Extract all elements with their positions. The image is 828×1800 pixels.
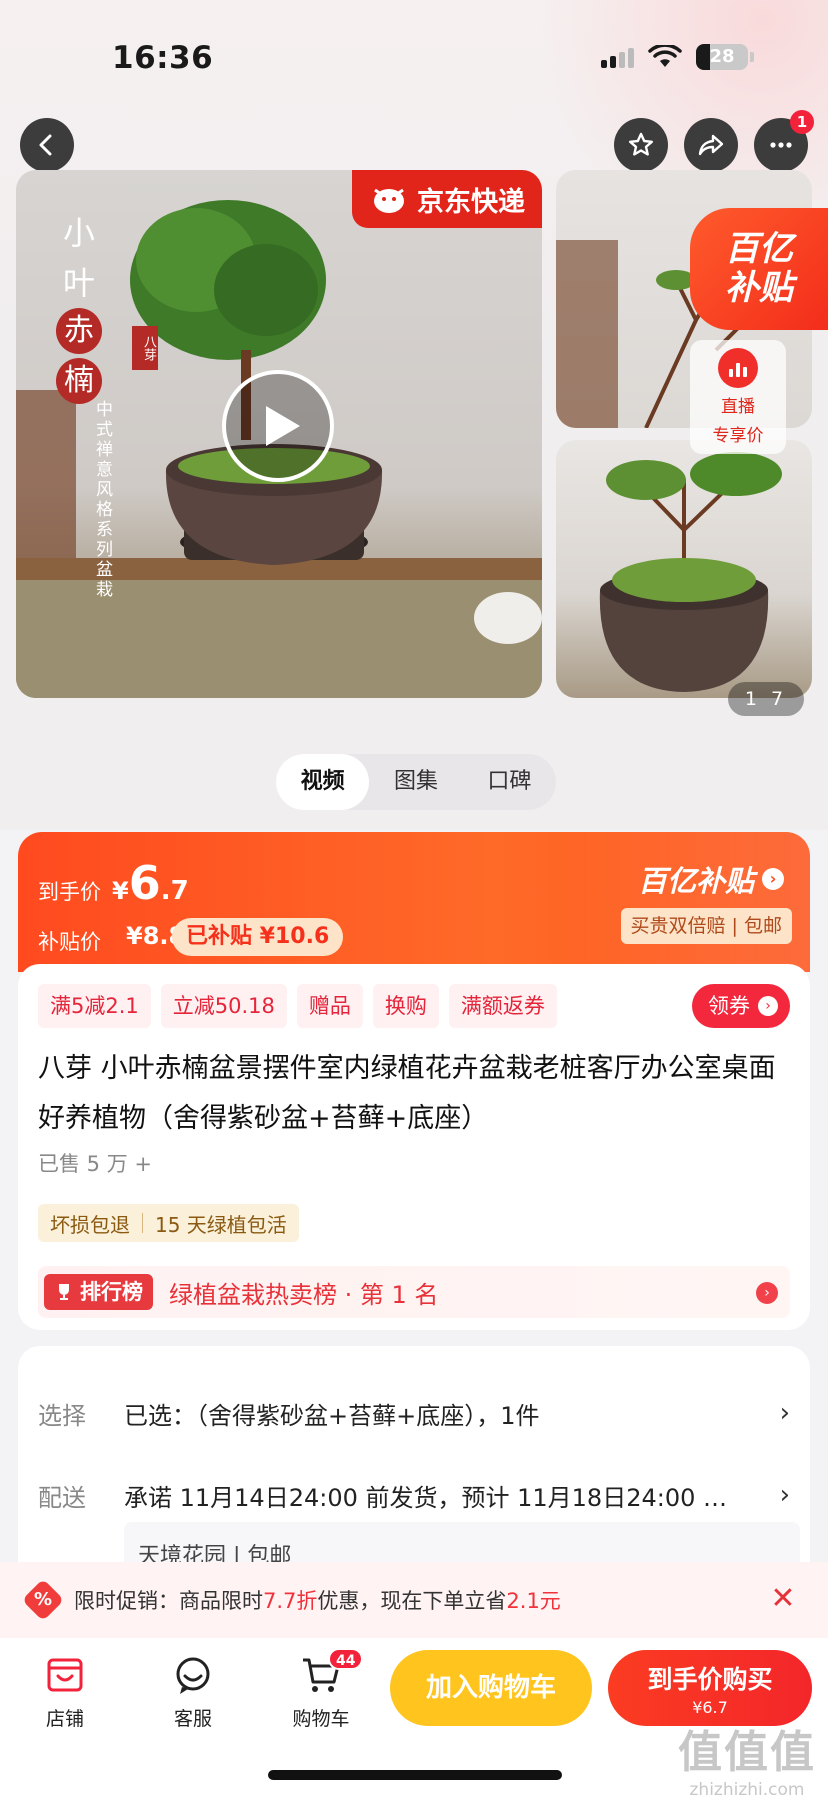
select-spec-row[interactable]: 选择 已选：（舍得紫砂盆+苔藓+底座），1件 › xyxy=(38,1388,790,1438)
guarantee-plant-alive: 15 天绿植包活 xyxy=(155,1212,287,1237)
status-icons: 28 xyxy=(601,44,754,70)
subsidy-price-label: 补贴价 xyxy=(38,930,101,954)
coupon-tag[interactable]: 赠品 xyxy=(296,984,363,1028)
ranking-badge: 排行榜 xyxy=(44,1274,153,1310)
chevron-right-icon: › xyxy=(756,1282,778,1304)
coupon-list: 满5减2.1 立减50.18 赠品 换购 满额返券 xyxy=(38,984,557,1028)
cart-button[interactable]: 购物车 44 xyxy=(276,1648,366,1731)
home-indicator[interactable] xyxy=(268,1770,562,1780)
selected-spec: 已选：（舍得紫砂盆+苔藓+底座），1件 xyxy=(124,1401,540,1430)
vertical-title: 小 叶 赤 楠 xyxy=(56,208,102,404)
coupon-tag[interactable]: 满额返券 xyxy=(448,984,557,1028)
product-info-card: 满5减2.1 立减50.18 赠品 换购 满额返券 领券 › 八芽 小叶赤楠盆景摆… xyxy=(18,964,810,1330)
trophy-icon xyxy=(59,1284,69,1300)
chevron-right-icon: › xyxy=(762,868,784,890)
tab-reviews[interactable]: 口碑 xyxy=(463,754,556,810)
chevron-left-icon xyxy=(39,134,52,156)
brand-seal: 八芽 xyxy=(132,326,158,370)
close-icon[interactable]: ✕ xyxy=(768,1584,798,1614)
ranking-bar[interactable]: 排行榜 绿植盆栽热卖榜 · 第 1 名 › xyxy=(38,1266,790,1318)
media-tabs: 视频 图集 口碑 xyxy=(276,754,556,810)
chat-smile-icon xyxy=(176,1657,210,1694)
chevron-right-icon: › xyxy=(779,1398,790,1428)
play-icon xyxy=(266,406,300,446)
promo-banner[interactable]: % 限时促销：商品限时7.7折优惠，现在下单立省2.1元 ✕ xyxy=(0,1562,828,1638)
gallery-thumb-2[interactable] xyxy=(556,440,812,698)
play-button[interactable] xyxy=(222,370,334,482)
coupon-tag[interactable]: 立减50.18 xyxy=(160,984,287,1028)
share-button[interactable] xyxy=(684,118,738,172)
signal-icon xyxy=(601,46,634,68)
subsidized-amount: 已补贴 ¥10.6 xyxy=(172,918,344,956)
back-button[interactable] xyxy=(20,118,74,172)
cart-count-badge: 44 xyxy=(328,1648,364,1670)
select-label: 选择 xyxy=(38,1401,86,1430)
jd-express-badge: 京东快递 xyxy=(352,170,542,228)
final-price: ¥6.7 xyxy=(112,856,189,910)
add-to-cart-button[interactable]: 加入购物车 xyxy=(390,1650,592,1726)
chevron-right-icon: › xyxy=(779,1480,790,1510)
wifi-icon xyxy=(648,45,682,67)
store-button[interactable]: 店铺 xyxy=(20,1654,110,1731)
live-price-label: 专享价 xyxy=(712,426,764,446)
discount-icon: % xyxy=(21,1578,65,1622)
tab-gallery[interactable]: 图集 xyxy=(369,754,462,810)
coupon-tag[interactable]: 换购 xyxy=(372,984,439,1028)
final-price-label: 到手价 xyxy=(38,880,101,904)
star-icon xyxy=(629,132,653,156)
tab-video[interactable]: 视频 xyxy=(276,754,370,810)
more-button[interactable]: 1 xyxy=(754,110,814,172)
billion-subsidy-link[interactable]: 百亿补贴 › xyxy=(638,858,784,900)
service-guarantees[interactable]: 坏损包退 15 天绿植包活 xyxy=(38,1204,299,1242)
guarantee-damage-return: 坏损包退 xyxy=(50,1212,130,1237)
more-dots-icon xyxy=(770,142,792,148)
buy-now-button[interactable]: 到手价购买 ¥6.7 xyxy=(608,1650,812,1726)
favorite-button[interactable] xyxy=(614,118,668,172)
watermark: 值值值 zhizhizhi.com xyxy=(678,1727,816,1800)
main-product-video[interactable]: 小 叶 赤 楠 中式禅意风格系列盆栽 八芽 京东快递 xyxy=(16,170,542,698)
delivery-label: 配送 xyxy=(38,1483,86,1512)
customer-service-button[interactable]: 客服 xyxy=(148,1654,238,1731)
product-title: 八芽 小叶赤楠盆景摆件室内绿植花卉盆栽老桩客厅办公室桌面好养植物（舍得紫砂盆+苔… xyxy=(38,1053,776,1134)
price-guarantee: 买贵双倍赔 | 包邮 xyxy=(620,908,792,944)
live-label: 直播 xyxy=(721,397,755,417)
gallery-page-indicator: 1 7 xyxy=(728,682,804,716)
live-price-button[interactable]: 直播 专享价 xyxy=(690,340,786,454)
store-icon xyxy=(47,1658,83,1692)
get-coupon-button[interactable]: 领券 › xyxy=(692,984,790,1028)
price-card: 到手价 ¥6.7 补贴价 ¥8.8 已补贴 ¥10.6 百亿补贴 › 买贵双倍赔 … xyxy=(18,832,810,972)
delivery-row[interactable]: 配送 承诺 11月14日24:00 前发货，预计 11月18日24:00 … › xyxy=(38,1470,790,1520)
vertical-subtitle: 中式禅意风格系列盆栽 xyxy=(92,400,112,600)
jd-dog-icon xyxy=(374,188,404,213)
sold-count: 已售 5 万 + xyxy=(38,1152,152,1176)
ranking-text: 绿植盆栽热卖榜 · 第 1 名 xyxy=(169,1280,439,1309)
share-icon xyxy=(698,134,724,156)
billion-subsidy-badge[interactable]: 百亿 补贴 xyxy=(690,208,828,330)
status-time: 16:36 xyxy=(112,40,214,76)
chevron-right-icon: › xyxy=(758,996,778,1016)
promo-text: 限时促销：商品限时7.7折优惠，现在下单立省2.1元 xyxy=(74,1589,561,1613)
delivery-info: 承诺 11月14日24:00 前发货，预计 11月18日24:00 … xyxy=(124,1483,727,1512)
notification-badge: 1 xyxy=(790,110,814,134)
options-card: 选择 已选：（舍得紫砂盆+苔藓+底座），1件 › 配送 承诺 11月14日24:… xyxy=(18,1346,810,1586)
battery-icon: 28 xyxy=(696,44,754,70)
live-icon xyxy=(718,348,758,388)
coupon-tag[interactable]: 满5减2.1 xyxy=(38,984,151,1028)
plant-photo-2 xyxy=(599,452,782,692)
